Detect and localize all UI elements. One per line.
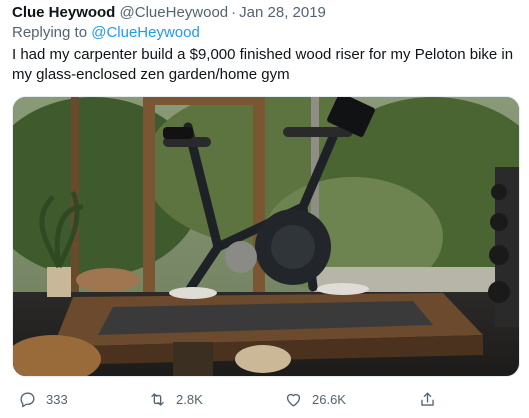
author-name[interactable]: Clue Heywood: [12, 4, 115, 21]
reply-context: Replying to @ClueHeywood: [12, 24, 200, 42]
tweet-card[interactable]: Clue Heywood @ClueHeywood · Jan 28, 2019 R…: [0, 0, 529, 418]
reply-count: 333: [46, 391, 68, 407]
reply-to-handle[interactable]: @ClueHeywood: [91, 24, 200, 41]
like-count: 26.6K: [312, 391, 346, 407]
tweet-header: Clue Heywood @ClueHeywood · Jan 28, 2019: [12, 4, 326, 22]
heart-icon: [286, 393, 301, 407]
reply-button[interactable]: 333: [18, 384, 68, 414]
tweet-date[interactable]: Jan 28, 2019: [239, 4, 326, 21]
speech-bubble-icon: [20, 391, 35, 407]
share-button[interactable]: [418, 384, 437, 414]
action-bar: 333 2.8K 26.6K: [12, 384, 520, 414]
retweet-button[interactable]: 2.8K: [148, 384, 203, 414]
retweet-arrows-icon: [151, 392, 164, 406]
tweet-text: I had my carpenter build a $9,000 finish…: [12, 46, 514, 83]
separator-dot: ·: [231, 4, 237, 21]
peloton-bike-photo: [13, 97, 519, 376]
tweet-media-photo[interactable]: [12, 96, 520, 377]
share-upload-icon: [421, 391, 434, 406]
author-handle[interactable]: @ClueHeywood: [120, 4, 229, 21]
retweet-count: 2.8K: [176, 391, 203, 407]
like-button[interactable]: 26.6K: [284, 384, 346, 414]
reply-prefix: Replying to: [12, 24, 88, 41]
